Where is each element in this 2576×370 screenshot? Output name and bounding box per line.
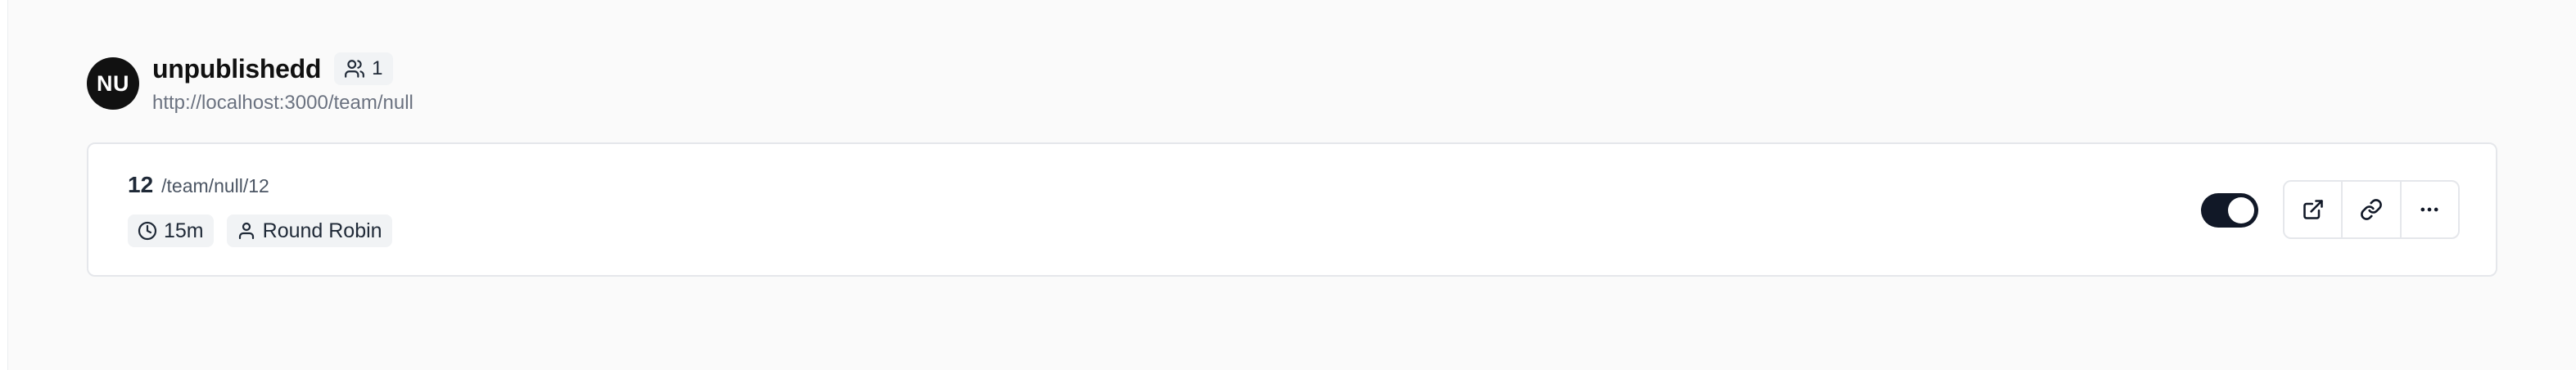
preview-button[interactable] [2285, 182, 2343, 237]
event-title-row: 12 /team/null/12 [128, 172, 269, 198]
link-icon [2360, 198, 2383, 221]
team-section: NU unpublishedd 1 http://localhost:3000/… [87, 51, 2497, 277]
copy-link-button[interactable] [2343, 182, 2402, 237]
clock-icon [138, 221, 157, 241]
user-icon [237, 221, 256, 241]
event-type-card[interactable]: 12 /team/null/12 15m Round Robin [87, 142, 2497, 277]
scheduling-type-badge: Round Robin [226, 214, 392, 247]
more-options-button[interactable] [2402, 182, 2458, 237]
team-name: unpublishedd [152, 53, 322, 83]
sidebar-edge [0, 0, 8, 370]
page: NU unpublishedd 1 http://localhost:3000/… [0, 0, 2576, 370]
duration-label: 15m [164, 219, 204, 242]
external-link-icon [2302, 198, 2325, 221]
team-info: unpublishedd 1 http://localhost:3000/tea… [152, 52, 414, 115]
team-url: http://localhost:3000/team/null [152, 92, 414, 114]
event-enabled-toggle[interactable] [2201, 193, 2258, 228]
toggle-knob [2228, 197, 2254, 223]
users-icon [344, 58, 365, 79]
event-title[interactable]: 12 [128, 172, 153, 198]
team-name-row: unpublishedd 1 [152, 52, 414, 85]
more-horizontal-icon [2418, 198, 2441, 221]
event-actions [2283, 180, 2460, 239]
duration-badge: 15m [128, 214, 214, 247]
scheduling-type-label: Round Robin [262, 219, 382, 242]
members-badge: 1 [334, 52, 393, 85]
member-count: 1 [372, 57, 383, 79]
team-header: NU unpublishedd 1 http://localhost:3000/… [87, 51, 2497, 116]
team-avatar: NU [87, 57, 139, 110]
event-slug: /team/null/12 [161, 175, 269, 196]
event-badges: 15m Round Robin [128, 214, 392, 247]
